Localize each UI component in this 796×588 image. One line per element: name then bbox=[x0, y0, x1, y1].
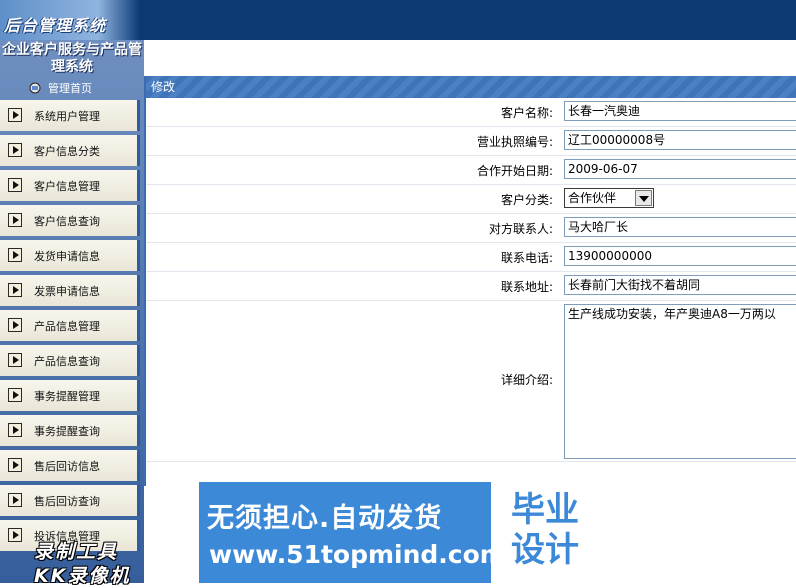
sidebar-item-label: 产品信息管理 bbox=[34, 320, 100, 333]
sidebar-item-label: 事务提醒管理 bbox=[34, 390, 100, 403]
ad-badge: 毕业 设计 bbox=[491, 482, 596, 583]
sidebar-item-customer-manage[interactable]: 客户信息管理 bbox=[0, 170, 140, 201]
ad-badge-line2: 设计 bbox=[511, 530, 579, 570]
form-row-contact: 对方联系人: 马大哈厂长 bbox=[146, 214, 796, 243]
system-title-line2: 理系统 bbox=[51, 59, 93, 75]
customer-name-input[interactable]: 长春一汽奥迪 bbox=[564, 101, 796, 121]
watermark-ad: 无须担心.自动发货 www.51topmind.com 毕业 设计 bbox=[199, 482, 596, 583]
field-label: 客户名称: bbox=[500, 106, 553, 120]
sidebar-item-product-manage[interactable]: 产品信息管理 bbox=[0, 310, 140, 341]
panel-title: 修改 bbox=[146, 76, 796, 98]
sidebar-item-invoice-request[interactable]: 发票申请信息 bbox=[0, 275, 140, 306]
system-title: 企业客户服务与产品管 理系统 bbox=[0, 40, 144, 84]
form-row-address: 联系地址: 长春前门大街找不着胡同 bbox=[146, 272, 796, 301]
sidebar-item-label: 客户信息分类 bbox=[34, 145, 100, 158]
field-label: 联系地址: bbox=[500, 280, 553, 294]
form-row-category: 客户分类: 合作伙伴 bbox=[146, 185, 796, 214]
app-logo: 后台管理系统 bbox=[4, 16, 107, 35]
sidebar-item-customer-query[interactable]: 客户信息查询 bbox=[0, 205, 140, 236]
ad-badge-line1: 毕业 bbox=[511, 490, 579, 530]
ad-blue-block: 无须担心.自动发货 www.51topmind.com bbox=[199, 482, 506, 583]
sidebar-item-label: 发货申请信息 bbox=[34, 250, 100, 263]
home-link-label: 管理首页 bbox=[48, 82, 92, 95]
field-label: 详细介绍: bbox=[500, 373, 553, 387]
sidebar-item-label: 发票申请信息 bbox=[34, 285, 100, 298]
ad-badge-text: 毕业 设计 bbox=[505, 490, 585, 570]
form-row-license-no: 营业执照编号: 辽工00000008号 bbox=[146, 127, 796, 156]
arrow-right-icon bbox=[8, 213, 22, 227]
ad-url: www.51topmind.com bbox=[209, 540, 506, 569]
select-value: 合作伙伴 bbox=[568, 191, 617, 205]
top-banner: 后台管理系统 bbox=[0, 0, 796, 40]
field-label: 联系电话: bbox=[500, 251, 553, 265]
home-link[interactable]: 管理首页 bbox=[28, 80, 92, 96]
sidebar-item-product-query[interactable]: 产品信息查询 bbox=[0, 345, 140, 376]
recorder-line1: 录制工具 bbox=[34, 541, 119, 563]
edit-form: 客户名称: 长春一汽奥迪 营业执照编号: 辽工00000008号 合作开始日期:… bbox=[146, 98, 796, 462]
recorder-watermark: 录制工具 KK录像机 bbox=[34, 540, 130, 588]
contact-person-input[interactable]: 马大哈厂长 bbox=[564, 217, 796, 237]
phone-input[interactable]: 13900000000 bbox=[564, 246, 796, 266]
sidebar-item-label: 售后回访信息 bbox=[34, 460, 100, 473]
arrow-right-icon bbox=[8, 178, 22, 192]
home-icon bbox=[28, 82, 42, 94]
arrow-right-icon bbox=[8, 143, 22, 157]
sidebar-item-label: 客户信息管理 bbox=[34, 180, 100, 193]
edit-panel: 修改 客户名称: 长春一汽奥迪 营业执照编号: 辽工00000008号 合作开始… bbox=[144, 76, 796, 486]
sidebar-item-label: 事务提醒查询 bbox=[34, 425, 100, 438]
sidebar-menu: 系统用户管理 客户信息分类 客户信息管理 客户信息查询 发货申请信息 发票申请信… bbox=[0, 100, 140, 555]
ad-slogan: 无须担心.自动发货 bbox=[207, 503, 443, 534]
arrow-right-icon bbox=[8, 493, 22, 507]
sidebar-item-label: 产品信息查询 bbox=[34, 355, 100, 368]
start-date-input[interactable]: 2009-06-07 bbox=[564, 159, 796, 179]
sidebar-item-reminder-query[interactable]: 事务提醒查询 bbox=[0, 415, 140, 446]
license-no-input[interactable]: 辽工00000008号 bbox=[564, 130, 796, 150]
arrow-right-icon bbox=[8, 248, 22, 262]
form-row-start-date: 合作开始日期: 2009-06-07 bbox=[146, 156, 796, 185]
chevron-down-icon[interactable] bbox=[635, 190, 652, 206]
arrow-right-icon bbox=[8, 283, 22, 297]
system-title-line1: 企业客户服务与产品管 bbox=[2, 42, 142, 58]
sidebar-item-customer-category[interactable]: 客户信息分类 bbox=[0, 135, 140, 166]
sidebar-item-shipping-request[interactable]: 发货申请信息 bbox=[0, 240, 140, 271]
sidebar-item-label: 客户信息查询 bbox=[34, 215, 100, 228]
recorder-line2: KK录像机 bbox=[34, 565, 131, 587]
field-label: 客户分类: bbox=[500, 193, 553, 207]
arrow-right-icon bbox=[8, 353, 22, 367]
arrow-right-icon bbox=[8, 388, 22, 402]
field-label: 合作开始日期: bbox=[476, 164, 553, 178]
sidebar-item-followup-query[interactable]: 售后回访查询 bbox=[0, 485, 140, 516]
field-label: 营业执照编号: bbox=[476, 135, 553, 149]
sidebar-item-label: 售后回访查询 bbox=[34, 495, 100, 508]
arrow-right-icon bbox=[8, 528, 22, 542]
arrow-right-icon bbox=[8, 108, 22, 122]
sidebar: 企业客户服务与产品管 理系统 管理首页 系统用户管理 客户信息分类 客户信息管理… bbox=[0, 40, 144, 583]
sidebar-item-label: 系统用户管理 bbox=[34, 110, 100, 123]
sidebar-item-system-users[interactable]: 系统用户管理 bbox=[0, 100, 140, 131]
detail-textarea[interactable]: 生产线成功安装，年产奥迪A8一万两以 bbox=[564, 304, 796, 459]
form-row-detail: 详细介绍: 生产线成功安装，年产奥迪A8一万两以 bbox=[146, 301, 796, 462]
arrow-right-icon bbox=[8, 458, 22, 472]
customer-category-select[interactable]: 合作伙伴 bbox=[564, 188, 654, 208]
address-input[interactable]: 长春前门大街找不着胡同 bbox=[564, 275, 796, 295]
form-row-phone: 联系电话: 13900000000 bbox=[146, 243, 796, 272]
form-row-customer-name: 客户名称: 长春一汽奥迪 bbox=[146, 98, 796, 127]
arrow-right-icon bbox=[8, 318, 22, 332]
sidebar-item-reminder-manage[interactable]: 事务提醒管理 bbox=[0, 380, 140, 411]
field-label: 对方联系人: bbox=[488, 222, 553, 236]
sidebar-item-followup-info[interactable]: 售后回访信息 bbox=[0, 450, 140, 481]
arrow-right-icon bbox=[8, 423, 22, 437]
